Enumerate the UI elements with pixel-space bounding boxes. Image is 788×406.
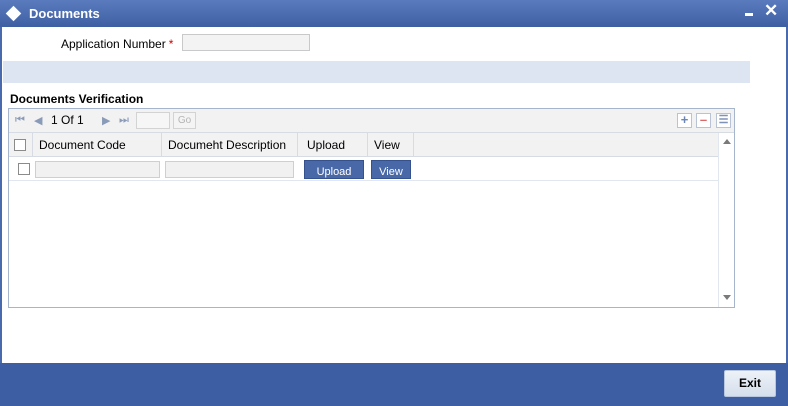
application-number-input[interactable] xyxy=(182,34,310,51)
grid-header: Document Code Documeht Description Uploa… xyxy=(9,133,718,157)
add-row-icon[interactable]: + xyxy=(677,113,692,128)
column-upload[interactable]: Upload xyxy=(298,133,368,157)
section-title: Documents Verification xyxy=(10,92,144,106)
go-button[interactable]: Go xyxy=(173,112,196,129)
application-number-label-text: Application Number xyxy=(61,37,166,51)
row-checkbox[interactable] xyxy=(18,163,30,175)
header-select-cell xyxy=(9,133,33,157)
grid-vertical-scrollbar[interactable] xyxy=(718,133,734,307)
scroll-down-icon[interactable] xyxy=(723,295,731,300)
footer-bar xyxy=(0,363,788,406)
first-page-icon[interactable]: ⏮ xyxy=(15,114,25,127)
next-page-icon[interactable]: ▶ xyxy=(102,114,110,127)
document-code-input[interactable] xyxy=(35,161,160,178)
single-view-icon[interactable]: ☰ xyxy=(716,113,731,128)
page-number-input[interactable] xyxy=(136,112,170,129)
window-title: Documents xyxy=(29,6,100,21)
minimize-button[interactable] xyxy=(745,13,753,16)
select-all-checkbox[interactable] xyxy=(14,139,26,151)
prev-page-icon[interactable]: ◀ xyxy=(34,114,42,127)
current-page: 1 xyxy=(51,113,58,127)
diamond-icon xyxy=(5,5,22,22)
column-document-code[interactable]: Document Code xyxy=(33,133,162,157)
required-mark: * xyxy=(168,37,174,51)
pager-of-label: Of xyxy=(61,113,74,127)
last-page-icon[interactable]: ⏭ xyxy=(119,114,129,127)
pager-text: 1 Of 1 xyxy=(51,113,84,127)
view-button[interactable]: View xyxy=(371,160,411,179)
grid-toolbar: ⏮ ◀ 1 Of 1 ▶ ⏭ Go + – ☰ xyxy=(9,109,734,133)
application-number-label: Application Number * xyxy=(61,37,173,51)
upload-button[interactable]: Upload xyxy=(304,160,364,179)
scroll-up-icon[interactable] xyxy=(723,139,731,144)
delete-row-icon[interactable]: – xyxy=(696,113,711,128)
header-band xyxy=(3,61,750,83)
column-document-description[interactable]: Documeht Description xyxy=(162,133,298,157)
table-row: Upload View xyxy=(9,157,718,181)
close-button[interactable]: ✕ xyxy=(764,2,778,20)
documents-grid: ⏮ ◀ 1 Of 1 ▶ ⏭ Go + – ☰ Document Code Do… xyxy=(8,108,735,308)
window-titlebar: Documents ✕ xyxy=(0,0,788,27)
column-view[interactable]: View xyxy=(368,133,414,157)
document-description-input[interactable] xyxy=(165,161,294,178)
total-pages: 1 xyxy=(77,113,84,127)
window-frame-left xyxy=(0,27,2,363)
exit-button[interactable]: Exit xyxy=(724,370,776,397)
